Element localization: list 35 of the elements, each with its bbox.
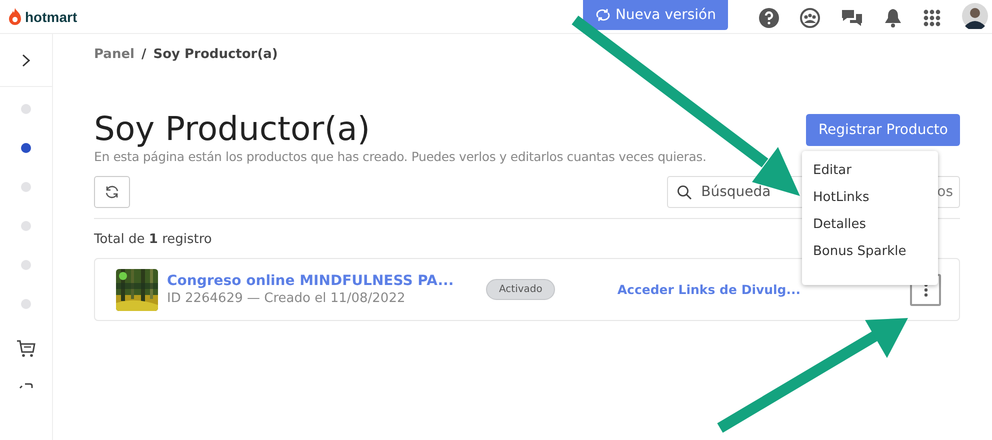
help-icon[interactable] <box>759 8 779 28</box>
avatar[interactable] <box>962 2 988 28</box>
product-name[interactable]: Congreso online MINDFULNESS PA... <box>167 273 454 289</box>
status-badge: Activado <box>486 279 556 300</box>
community-icon[interactable] <box>800 8 820 28</box>
search-icon <box>677 185 692 200</box>
nav-dot[interactable] <box>21 221 31 231</box>
nav-dot[interactable] <box>21 143 31 153</box>
register-product-button[interactable]: Registrar Producto <box>806 114 960 146</box>
cart-icon[interactable] <box>16 340 36 358</box>
product-meta: ID 2264629 — Creado el 11/08/2022 <box>167 291 406 306</box>
nav-dot[interactable] <box>21 299 31 309</box>
nav-dot[interactable] <box>21 104 31 114</box>
refresh-icon <box>104 184 120 200</box>
menu-item[interactable]: Detalles <box>802 211 938 238</box>
nav-dot[interactable] <box>21 260 31 270</box>
refresh-icon <box>595 8 612 22</box>
chevron-right-icon[interactable] <box>22 54 30 66</box>
breadcrumb-current: Soy Productor(a) <box>153 47 278 62</box>
nav-icon[interactable] <box>18 383 34 389</box>
chat-icon[interactable] <box>841 8 863 28</box>
breadcrumb-link[interactable]: Panel <box>94 47 134 62</box>
breadcrumb-separator: / <box>141 47 146 62</box>
nav-dot[interactable] <box>21 182 31 192</box>
new-version-button[interactable]: Nueva versión <box>583 0 728 30</box>
page-title: Soy Productor(a) <box>94 110 370 148</box>
flame-icon <box>8 8 22 26</box>
apps-grid-icon[interactable] <box>923 8 941 26</box>
links-link[interactable]: Acceder Links de Divulg... <box>617 282 801 297</box>
record-count: Total de 1 registro <box>94 232 213 247</box>
refresh-button[interactable] <box>94 176 130 208</box>
logo-text: hotmart <box>25 8 78 24</box>
menu-item[interactable]: Bonus Sparkle <box>802 238 938 265</box>
page-description: En esta página están los productos que has creado. Puedes verlos y editarlos cuantas veces quieras. <box>94 149 708 164</box>
bell-icon[interactable] <box>884 8 902 28</box>
